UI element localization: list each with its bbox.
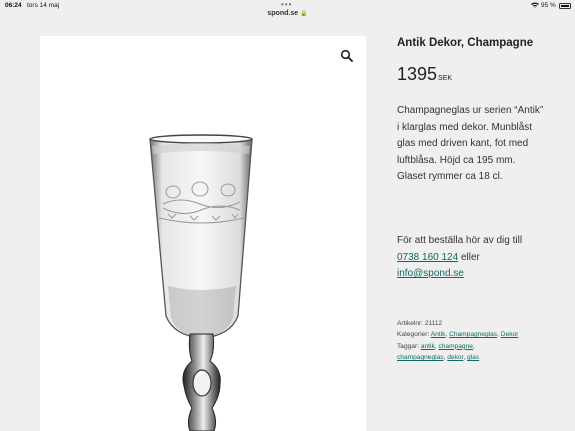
product-image[interactable] (40, 36, 366, 431)
tag-link-dekor[interactable]: dekor (447, 354, 463, 361)
categories-row: Kategorier: Antik, Champagneglas, Dekor (397, 331, 519, 339)
price-currency: SEK (438, 75, 453, 82)
category-link-dekor[interactable]: Dekor (501, 331, 519, 338)
categories-label: Kategorier: (397, 331, 431, 339)
lock-icon: 🔒 (300, 11, 308, 17)
article-number-row: Artikelnr: 21112 (397, 318, 567, 329)
multitasking-dots-icon[interactable]: ••• (281, 0, 292, 9)
tags-label: Taggar: (397, 342, 421, 350)
price-amount: 1395 (397, 64, 438, 84)
wifi-icon (531, 2, 539, 10)
tag-link-champagne[interactable]: champagne (438, 343, 472, 350)
product-title: Antik Dekor, Champagne (397, 37, 534, 49)
tag-link-antik[interactable]: antik (421, 343, 435, 350)
product-description: Champagneglas ur serien “Antik” i klargl… (397, 105, 544, 182)
article-label: Artikelnr: (397, 320, 425, 327)
champagne-glass-image (149, 134, 253, 431)
tag-link-champagneglas[interactable]: champagneglas (397, 354, 444, 361)
tags-row: Taggar: antik, champagne, (397, 342, 475, 350)
tags-row-continued: champagneglas, dekor, glas (397, 354, 480, 362)
order-prefix: För att beställa hör av dig till (397, 235, 523, 246)
url-domain[interactable]: spond.se (267, 10, 298, 17)
category-link-antik[interactable]: Antik (431, 331, 446, 338)
email-link[interactable]: info@spond.se (397, 268, 464, 279)
order-or-text: eller (458, 251, 480, 263)
status-date: tors 14 maj (27, 2, 60, 9)
order-contact: För att beställa hör av dig till 0738 16… (397, 233, 557, 283)
zoom-magnifier-icon[interactable] (340, 49, 354, 63)
category-link-champagneglas[interactable]: Champagneglas (449, 331, 497, 338)
status-time: 06:24 (5, 2, 22, 9)
article-number: 21112 (424, 320, 443, 327)
phone-link[interactable]: 0738 160 124 (397, 252, 458, 263)
battery-percentage: 95 % (541, 2, 556, 9)
battery-icon (559, 3, 571, 9)
address-bar[interactable]: spond.se 🔒 (0, 10, 575, 22)
tag-link-glas[interactable]: glas (467, 354, 479, 361)
product-price: 1395SEK (397, 64, 452, 85)
product-meta: Artikelnr: 21112 Kategorier: Antik, Cham… (397, 318, 567, 364)
